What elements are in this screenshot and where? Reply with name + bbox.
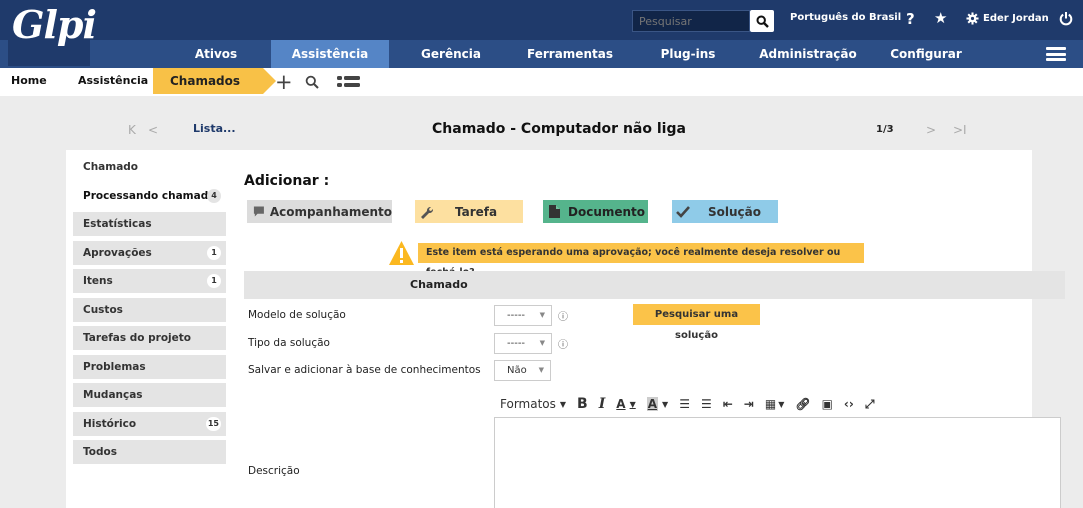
link-icon[interactable]: 🔗︎ xyxy=(795,397,810,411)
kb-label: Salvar e adicionar à base de conheciment… xyxy=(248,364,481,376)
numbered-list-icon[interactable]: ☰ xyxy=(701,397,712,411)
list-link[interactable]: Lista... xyxy=(193,122,236,135)
description-label: Descrição xyxy=(248,465,300,477)
solution-type-select[interactable]: ----- ▼ xyxy=(494,333,552,354)
tab-chamado[interactable]: Chamado xyxy=(73,155,226,179)
previous-item-icon[interactable]: < xyxy=(148,123,158,137)
breadcrumb: Home Assistência Chamados + xyxy=(0,68,1083,96)
hamburger-menu-icon[interactable] xyxy=(1046,47,1066,61)
chevron-down-icon: ▼ xyxy=(539,339,545,347)
power-icon[interactable] xyxy=(1059,11,1073,26)
add-solution-button[interactable]: Solução xyxy=(672,200,778,223)
menu-gerencia[interactable]: Gerência xyxy=(398,40,504,68)
image-icon[interactable]: ▣ xyxy=(822,397,833,411)
gear-icon xyxy=(966,12,979,25)
template-select[interactable]: ----- ▼ xyxy=(494,305,552,326)
menu-ferramentas[interactable]: Ferramentas xyxy=(513,40,627,68)
wrench-icon xyxy=(421,206,433,219)
solution-type-label: Tipo da solução xyxy=(248,337,330,349)
search-solution-button[interactable]: Pesquisar uma solução xyxy=(633,304,760,341)
section-header: Chamado xyxy=(244,271,1065,299)
breadcrumb-chamados[interactable]: Chamados xyxy=(153,68,276,94)
tab-aprovacoes[interactable]: Aprovações 1 xyxy=(73,240,226,265)
source-code-icon[interactable]: ‹› xyxy=(844,397,854,411)
background-color-icon[interactable]: A ▼ xyxy=(646,397,668,411)
description-editor[interactable] xyxy=(494,417,1061,508)
search-button[interactable] xyxy=(750,10,774,32)
comment-icon xyxy=(253,206,264,217)
table-icon[interactable]: ▦ ▼ xyxy=(765,397,785,411)
tab-badge: 1 xyxy=(207,274,221,288)
tab-sidebar: Chamado Processando chamado 4 Estatística… xyxy=(73,155,226,469)
breadcrumb-home[interactable]: Home xyxy=(11,68,47,96)
tab-processando-chamado[interactable]: Processando chamado 4 xyxy=(73,183,226,208)
tab-estatisticas[interactable]: Estatísticas xyxy=(73,212,226,236)
formats-dropdown[interactable]: Formatos ▼ xyxy=(500,397,566,411)
menu-administracao[interactable]: Administração xyxy=(749,40,867,68)
italic-icon[interactable]: I xyxy=(599,396,606,412)
page-title: Chamado - Computador não liga xyxy=(432,121,686,137)
tab-todos[interactable]: Todos xyxy=(73,440,226,464)
tab-mudancas[interactable]: Mudanças xyxy=(73,383,226,407)
pager-count: 1/3 xyxy=(876,124,894,135)
search-icon xyxy=(755,14,769,28)
outdent-icon[interactable]: ⇤ xyxy=(723,397,733,411)
star-icon[interactable]: ★ xyxy=(934,9,947,27)
search-field[interactable] xyxy=(632,10,750,32)
next-item-icon[interactable]: > xyxy=(926,123,936,137)
main-menu: Ativos Assistência Gerência Ferramentas … xyxy=(0,40,1083,68)
breadcrumb-assistencia[interactable]: Assistência xyxy=(78,68,148,96)
tab-tarefas-do-projeto[interactable]: Tarefas do projeto xyxy=(73,326,226,350)
warning-icon xyxy=(389,241,414,265)
glpi-logo[interactable]: Glpi xyxy=(8,2,97,66)
menu-ativos[interactable]: Ativos xyxy=(170,40,262,68)
user-name: Eder Jordan xyxy=(983,13,1049,24)
top-bar: Português do Brasil ? ★ Eder Jordan xyxy=(0,0,1083,40)
add-followup-button[interactable]: Acompanhamento xyxy=(247,200,392,223)
fullscreen-icon[interactable]: ⤢ xyxy=(865,397,875,412)
add-icon[interactable]: + xyxy=(275,70,293,94)
add-task-button[interactable]: Tarefa xyxy=(415,200,523,223)
tab-badge: 15 xyxy=(205,416,221,431)
first-item-icon[interactable]: K xyxy=(128,123,136,137)
user-menu[interactable]: Eder Jordan xyxy=(966,12,1049,25)
menu-plugins[interactable]: Plug-ins xyxy=(636,40,740,68)
editor-toolbar: Formatos ▼ B I A ▼ A ▼ ☰ ☰ ⇤ ⇥ ▦ ▼ 🔗︎ ▣ ‹›… xyxy=(500,393,885,415)
template-label: Modelo de solução xyxy=(248,309,346,321)
check-icon xyxy=(676,205,690,218)
add-title: Adicionar : xyxy=(244,173,330,189)
menu-configurar[interactable]: Configurar xyxy=(876,40,976,68)
last-item-icon[interactable]: >I xyxy=(953,123,967,137)
kb-select[interactable]: Não ▼ xyxy=(494,360,551,381)
bold-icon[interactable]: B xyxy=(577,396,588,412)
file-icon xyxy=(549,205,560,218)
tab-custos[interactable]: Custos xyxy=(73,297,226,322)
tab-problemas[interactable]: Problemas xyxy=(73,354,226,379)
tab-itens[interactable]: Itens 1 xyxy=(73,269,226,293)
language-selector[interactable]: Português do Brasil xyxy=(790,12,901,23)
text-color-icon[interactable]: A ▼ xyxy=(616,397,635,411)
tab-badge: 4 xyxy=(207,188,221,203)
search-icon[interactable] xyxy=(305,75,319,89)
chevron-down-icon: ▼ xyxy=(538,366,544,374)
tab-badge: 1 xyxy=(207,245,221,260)
tab-historico[interactable]: Histórico 15 xyxy=(73,411,226,436)
menu-assistencia[interactable]: Assistência xyxy=(271,40,389,68)
info-icon[interactable]: ⓘ xyxy=(558,336,568,351)
search-input[interactable] xyxy=(633,11,749,31)
list-icon[interactable] xyxy=(337,76,361,88)
bullet-list-icon[interactable]: ☰ xyxy=(679,397,690,411)
chevron-down-icon: ▼ xyxy=(539,311,545,319)
add-document-button[interactable]: Documento xyxy=(543,200,648,223)
help-icon[interactable]: ? xyxy=(906,10,915,28)
info-icon[interactable]: ⓘ xyxy=(558,308,568,323)
indent-icon[interactable]: ⇥ xyxy=(744,397,754,411)
approval-warning: Este item está esperando uma aprovação; … xyxy=(418,243,864,278)
